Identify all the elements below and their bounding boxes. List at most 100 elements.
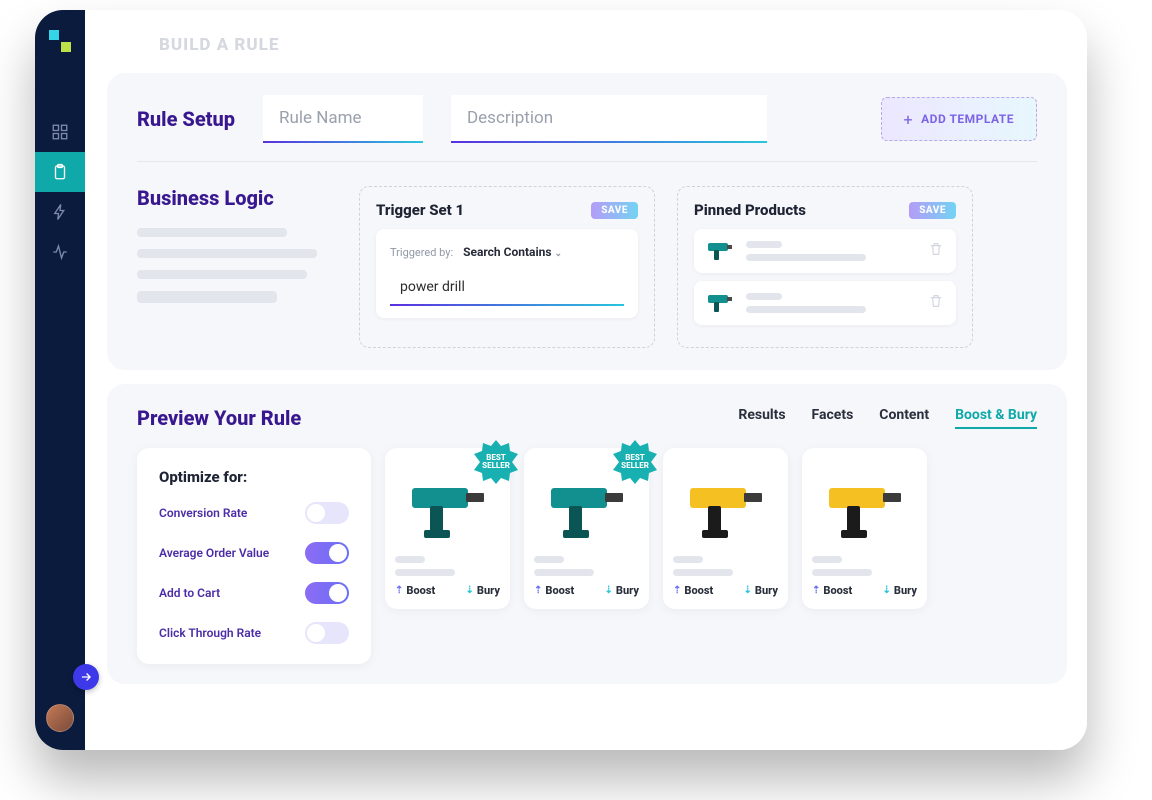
product-placeholder-lines (746, 241, 916, 261)
skeleton-line (137, 291, 277, 303)
optimize-row-aov: Average Order Value (159, 542, 349, 564)
toggle-atc[interactable] (305, 582, 349, 604)
tab-results[interactable]: Results (738, 407, 785, 429)
grid-icon (51, 123, 69, 141)
rule-setup-row: Rule Setup + ADD TEMPLATE (137, 95, 1037, 162)
add-template-label: ADD TEMPLATE (921, 112, 1014, 126)
rule-config-panel: Rule Setup + ADD TEMPLATE Business Logic (107, 73, 1067, 370)
optimize-label: Add to Cart (159, 586, 220, 600)
toggle-aov[interactable] (305, 542, 349, 564)
toggle-ctr[interactable] (305, 622, 349, 644)
trigger-mode-select[interactable]: Search Contains ⌄ (463, 245, 562, 259)
product-placeholder-lines (673, 556, 778, 576)
add-template-button[interactable]: + ADD TEMPLATE (881, 97, 1037, 141)
plus-icon: + (904, 110, 914, 129)
tab-facets[interactable]: Facets (812, 407, 854, 429)
bolt-icon (51, 203, 69, 221)
up-arrow-icon: ⇡ (395, 585, 403, 596)
business-logic-left: Business Logic (137, 186, 337, 348)
trigger-set-card: Trigger Set 1 SAVE Triggered by: Search … (359, 186, 655, 348)
trigger-value-input[interactable] (390, 270, 624, 306)
optimize-card: Optimize for: Conversion Rate Average Or… (137, 448, 371, 664)
optimize-label: Click Through Rate (159, 626, 261, 640)
down-arrow-icon: ⇣ (605, 585, 613, 596)
trash-icon (928, 241, 944, 257)
nav-dashboard[interactable] (35, 112, 85, 152)
product-placeholder-lines (534, 556, 639, 576)
product-placeholder-lines (812, 556, 917, 576)
app-window: BUILD A RULE Rule Setup + ADD TEMPLATE B… (35, 10, 1087, 750)
bury-button[interactable]: ⇣Bury (605, 584, 639, 597)
nav-rules[interactable] (35, 152, 85, 192)
pinned-product-row[interactable] (694, 229, 956, 273)
pinned-products-card: Pinned Products SAVE (677, 186, 973, 348)
boost-button[interactable]: ⇡Boost (812, 584, 852, 597)
business-logic-heading: Business Logic (137, 186, 337, 210)
bury-button[interactable]: ⇣Bury (744, 584, 778, 597)
user-avatar[interactable] (46, 704, 74, 732)
nav-analytics[interactable] (35, 232, 85, 272)
product-card: BESTSELLER ⇡Boost ⇣Bury (524, 448, 649, 609)
chevron-down-icon: ⌄ (555, 249, 563, 259)
bury-button[interactable]: ⇣Bury (466, 584, 500, 597)
down-arrow-icon: ⇣ (466, 585, 474, 596)
product-image (812, 460, 917, 548)
sidebar (35, 10, 85, 750)
delete-pinned-button[interactable] (928, 293, 944, 313)
rule-name-input[interactable] (263, 95, 423, 143)
delete-pinned-button[interactable] (928, 241, 944, 261)
up-arrow-icon: ⇡ (812, 585, 820, 596)
tab-content[interactable]: Content (879, 407, 929, 429)
optimize-row-conversion: Conversion Rate (159, 502, 349, 524)
toggle-conversion[interactable] (305, 502, 349, 524)
up-arrow-icon: ⇡ (534, 585, 542, 596)
down-arrow-icon: ⇣ (744, 585, 752, 596)
boost-button[interactable]: ⇡Boost (395, 584, 435, 597)
boost-button[interactable]: ⇡Boost (534, 584, 574, 597)
trigger-set-title: Trigger Set 1 (376, 201, 464, 219)
product-card: BESTSELLER ⇡Boost ⇣Bury (385, 448, 510, 609)
optimize-row-atc: Add to Cart (159, 582, 349, 604)
preview-heading: Preview Your Rule (137, 406, 301, 430)
product-thumbnail (706, 291, 734, 315)
arrow-right-icon (79, 670, 93, 684)
triggered-by-label: Triggered by: (390, 246, 453, 259)
up-arrow-icon: ⇡ (673, 585, 681, 596)
pinned-product-row[interactable] (694, 281, 956, 325)
preview-header: Preview Your Rule Results Facets Content… (137, 406, 1037, 430)
trigger-box: Triggered by: Search Contains ⌄ (376, 229, 638, 318)
rule-setup-heading: Rule Setup (137, 107, 235, 131)
preview-tabs: Results Facets Content Boost & Bury (738, 407, 1037, 429)
product-image (534, 460, 639, 548)
product-card: ⇡Boost ⇣Bury (802, 448, 927, 609)
pinned-products-title: Pinned Products (694, 201, 806, 219)
page-title: BUILD A RULE (85, 10, 1087, 65)
bury-button[interactable]: ⇣Bury (883, 584, 917, 597)
main-content: BUILD A RULE Rule Setup + ADD TEMPLATE B… (85, 10, 1087, 750)
rule-description-input[interactable] (451, 95, 767, 143)
optimize-label: Average Order Value (159, 546, 269, 560)
product-placeholder-lines (395, 556, 500, 576)
preview-body: Optimize for: Conversion Rate Average Or… (137, 448, 1037, 664)
optimize-label: Conversion Rate (159, 506, 247, 520)
product-thumbnail (706, 239, 734, 263)
down-arrow-icon: ⇣ (883, 585, 891, 596)
preview-panel: Preview Your Rule Results Facets Content… (107, 384, 1067, 684)
pinned-save-button[interactable]: SAVE (909, 202, 956, 219)
logo (49, 30, 71, 52)
optimize-row-ctr: Click Through Rate (159, 622, 349, 644)
business-logic-row: Business Logic Trigger Set 1 SAVE Trigge… (137, 162, 1037, 348)
product-placeholder-lines (746, 293, 916, 313)
boost-button[interactable]: ⇡Boost (673, 584, 713, 597)
tab-boost-bury[interactable]: Boost & Bury (955, 407, 1037, 429)
skeleton-line (137, 270, 307, 279)
optimize-title: Optimize for: (159, 468, 349, 486)
product-image (395, 460, 500, 548)
product-card: ⇡Boost ⇣Bury (663, 448, 788, 609)
trigger-save-button[interactable]: SAVE (591, 202, 638, 219)
nav-lightning[interactable] (35, 192, 85, 232)
trash-icon (928, 293, 944, 309)
clipboard-icon (51, 163, 69, 181)
product-image (673, 460, 778, 548)
expand-sidebar-button[interactable] (73, 664, 99, 690)
